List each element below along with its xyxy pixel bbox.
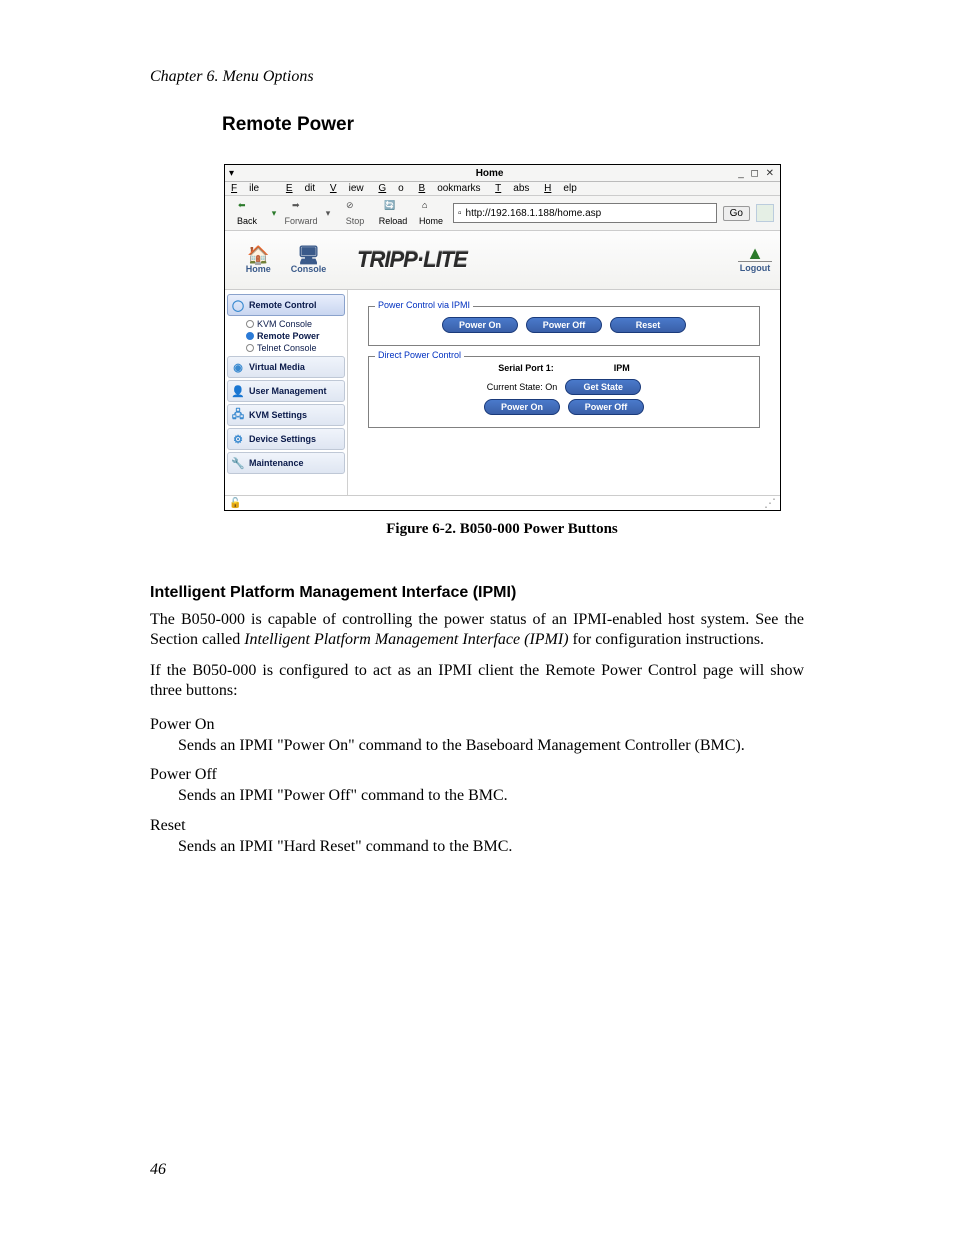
tripplite-logo: TRIPP·LITE	[357, 247, 467, 273]
go-button[interactable]: Go	[723, 206, 750, 221]
direct-power-control-legend: Direct Power Control	[375, 350, 464, 360]
menu-help[interactable]: Help	[544, 183, 577, 194]
menu-file[interactable]: File	[231, 183, 271, 194]
home-icon: ⌂	[422, 200, 440, 216]
header-console-button[interactable]: 🖥 Console	[291, 246, 327, 274]
toolbar: ⬅ Back ▾ ➡ Forward ▾ ⊘ Stop 🔄 Reload	[225, 196, 780, 231]
forward-arrow-icon: ➡	[292, 200, 310, 216]
def-desc-power-off: Sends an IPMI "Power Off" command to the…	[178, 786, 804, 806]
back-dropdown[interactable]: ▾	[269, 208, 279, 219]
stop-button: ⊘ Stop	[339, 200, 371, 226]
back-button[interactable]: ⬅ Back	[231, 200, 263, 226]
direct-power-off-button[interactable]: Power Off	[568, 399, 644, 415]
menu-view[interactable]: View	[330, 183, 364, 194]
sidebar-item-remote-control[interactable]: ◯ Remote Control	[227, 294, 345, 316]
throbber-icon	[756, 204, 774, 222]
kvm-settings-icon: 🖧	[231, 408, 245, 422]
current-state-label: Current State: On	[487, 382, 558, 392]
address-bar[interactable]: ▫ http://192.168.1.188/home.asp	[453, 203, 717, 223]
system-menu-icon: ▾	[229, 168, 241, 179]
paragraph-2: If the B050-000 is configured to act as …	[150, 661, 804, 702]
menu-go[interactable]: Go	[378, 183, 403, 194]
serial-port-label: Serial Port 1:	[498, 363, 554, 373]
remote-control-icon: ◯	[231, 298, 245, 312]
maintenance-icon: 🔧	[231, 456, 245, 470]
def-term-power-off: Power Off	[150, 766, 804, 784]
ipmi-power-on-button[interactable]: Power On	[442, 317, 518, 333]
power-control-ipmi-box: Power Control via IPMI Power On Power Of…	[368, 306, 760, 346]
user-management-icon: 👤	[231, 384, 245, 398]
chapter-header: Chapter 6. Menu Options	[150, 68, 804, 86]
bullet-icon	[246, 344, 254, 352]
forward-dropdown: ▾	[323, 208, 333, 219]
window-titlebar: ▾ Home _ ◻ ✕	[225, 165, 780, 182]
resize-grip-icon: ⋰	[764, 496, 776, 510]
main-content: Power Control via IPMI Power On Power Of…	[348, 290, 780, 495]
menu-bookmarks[interactable]: Bookmarks	[419, 183, 481, 194]
url-text: http://192.168.1.188/home.asp	[466, 208, 602, 219]
back-arrow-icon: ⬅	[238, 200, 256, 216]
app-header: 🏠 Home 🖥 Console TRIPP·LITE ▲	[225, 231, 780, 290]
get-state-button[interactable]: Get State	[565, 379, 641, 395]
menu-edit[interactable]: Edit	[286, 183, 315, 194]
window-title: Home	[241, 168, 738, 179]
subsection-heading-ipmi: Intelligent Platform Management Interfac…	[150, 584, 804, 602]
ipmi-reset-button[interactable]: Reset	[610, 317, 686, 333]
def-term-reset: Reset	[150, 817, 804, 835]
sidebar-item-virtual-media[interactable]: ◉ Virtual Media	[227, 356, 345, 378]
sidebar-item-device-settings[interactable]: ⚙ Device Settings	[227, 428, 345, 450]
reload-icon: 🔄	[384, 200, 402, 216]
console-icon: 🖥	[297, 246, 320, 264]
home-button[interactable]: ⌂ Home	[415, 200, 447, 226]
paragraph-1: The B050-000 is capable of controlling t…	[150, 610, 804, 651]
section-heading-remote-power: Remote Power	[222, 114, 804, 136]
status-lock-icon: 🔓	[229, 498, 241, 509]
def-term-power-on: Power On	[150, 716, 804, 734]
sidebar-item-user-management[interactable]: 👤 User Management	[227, 380, 345, 402]
window-control-buttons: _ ◻ ✕	[738, 168, 776, 179]
sidebar-subitem-remote-power[interactable]: Remote Power	[226, 330, 346, 342]
figure-caption: Figure 6-2. B050-000 Power Buttons	[222, 521, 782, 538]
direct-power-on-button[interactable]: Power On	[484, 399, 560, 415]
ipmi-power-off-button[interactable]: Power Off	[526, 317, 602, 333]
home-nav-icon: 🏠	[247, 246, 269, 264]
bullet-icon	[246, 332, 254, 340]
sidebar-subitem-telnet-console[interactable]: Telnet Console	[226, 342, 346, 354]
forward-button: ➡ Forward	[285, 200, 317, 226]
page-icon: ▫	[458, 208, 462, 219]
page-number: 46	[150, 1161, 166, 1179]
power-control-ipmi-legend: Power Control via IPMI	[375, 300, 473, 310]
virtual-media-icon: ◉	[231, 360, 245, 374]
definition-list: Power On Sends an IPMI "Power On" comman…	[150, 716, 804, 857]
sidebar-subitem-kvm-console[interactable]: KVM Console	[226, 318, 346, 330]
menu-tabs[interactable]: Tabs	[495, 183, 529, 194]
device-settings-icon: ⚙	[231, 432, 245, 446]
stop-icon: ⊘	[346, 200, 364, 216]
header-logout-button[interactable]: ▲ Logout	[730, 247, 780, 273]
logout-icon: ▲	[730, 247, 780, 260]
direct-power-control-box: Direct Power Control Serial Port 1: IPM …	[368, 356, 760, 428]
screenshot-browser-window: ▾ Home _ ◻ ✕ File Edit View Go Bookmarks…	[224, 164, 781, 511]
def-desc-power-on: Sends an IPMI "Power On" command to the …	[178, 736, 804, 756]
serial-port-value: IPM	[614, 363, 630, 373]
sidebar: ◯ Remote Control KVM Console Remote Powe…	[225, 290, 348, 495]
status-bar: 🔓 ⋰	[225, 495, 780, 510]
sidebar-item-maintenance[interactable]: 🔧 Maintenance	[227, 452, 345, 474]
def-desc-reset: Sends an IPMI "Hard Reset" command to th…	[178, 837, 804, 857]
menubar: File Edit View Go Bookmarks Tabs Help	[225, 182, 780, 196]
reload-button[interactable]: 🔄 Reload	[377, 200, 409, 226]
bullet-icon	[246, 320, 254, 328]
header-home-button[interactable]: 🏠 Home	[246, 246, 271, 274]
sidebar-item-kvm-settings[interactable]: 🖧 KVM Settings	[227, 404, 345, 426]
